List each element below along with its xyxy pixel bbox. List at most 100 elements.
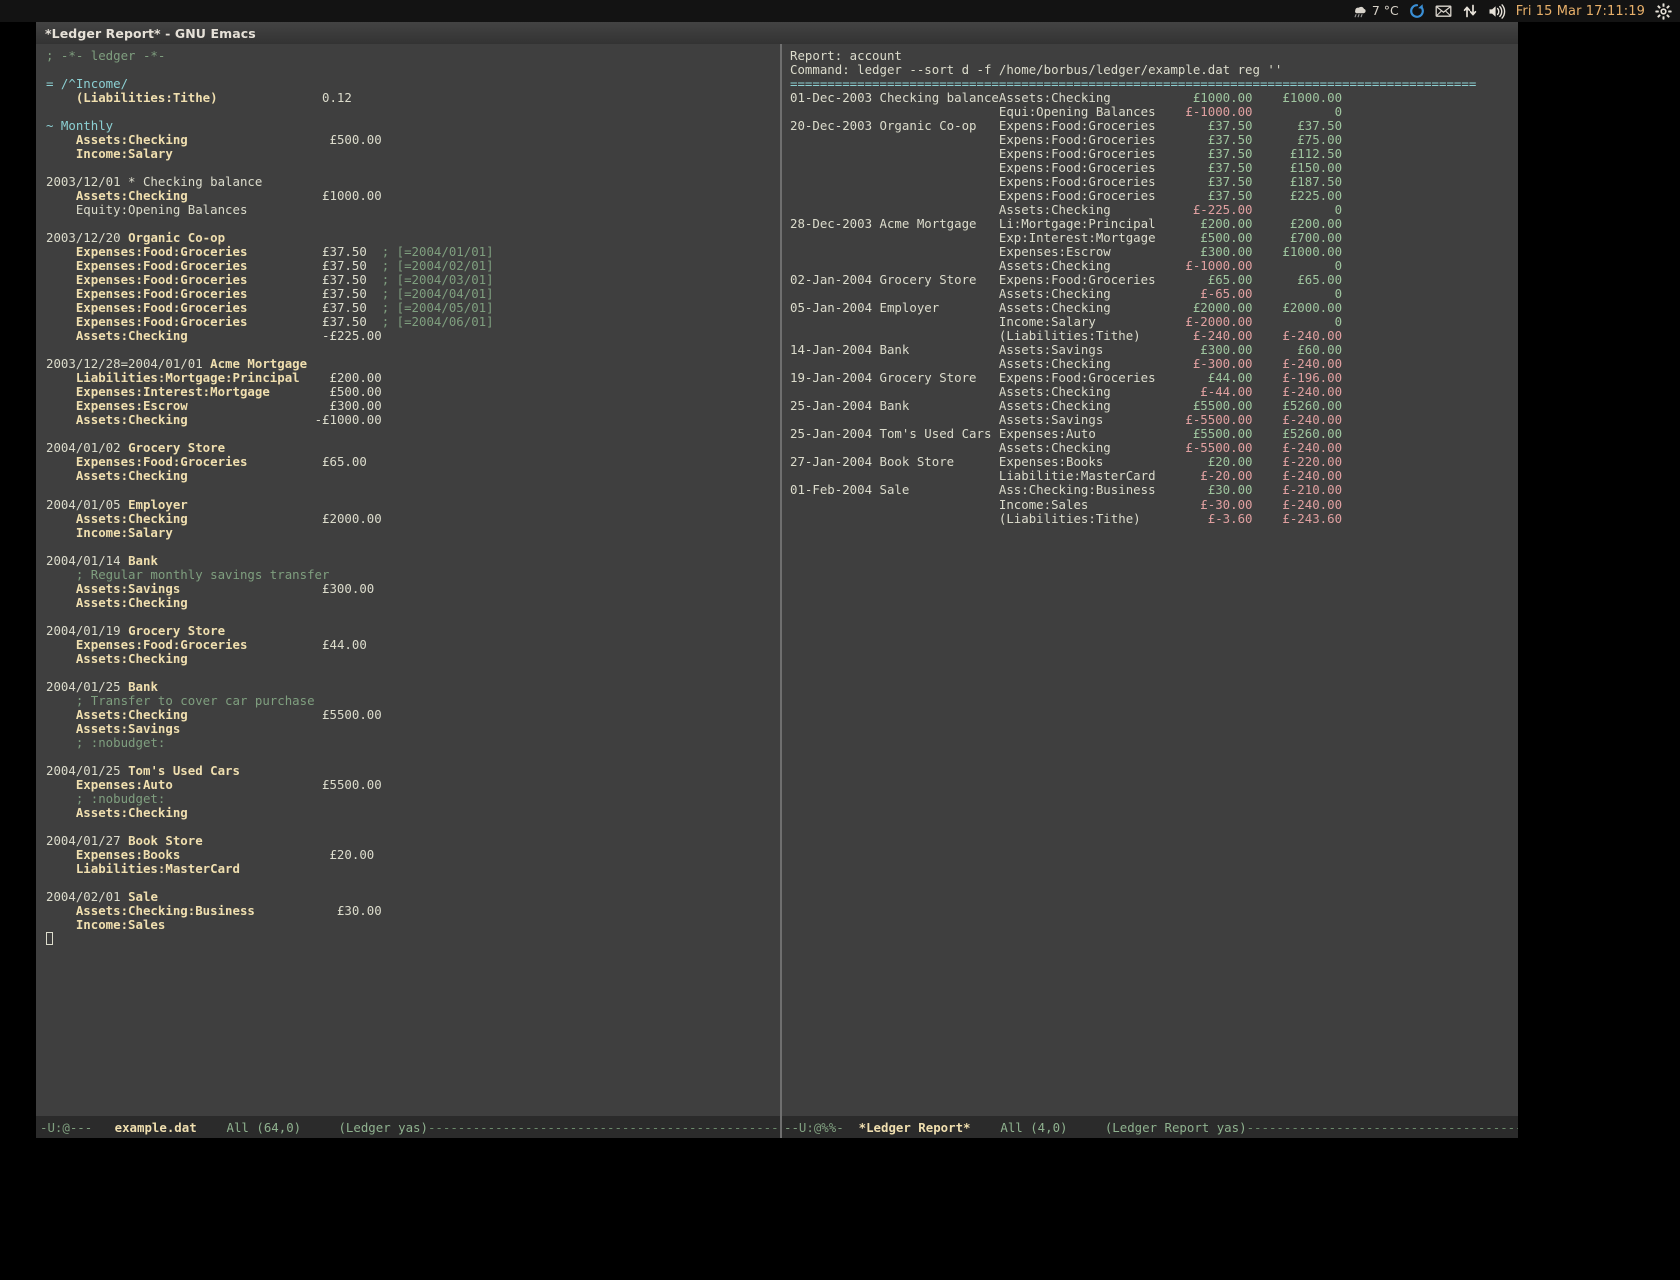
- ledger-source-line: 2003/12/01 * Checking balance: [46, 175, 780, 189]
- ledger-token: Expenses:Food:Groceries: [46, 454, 247, 469]
- report-row: Exp:Interest:Mortgage £500.00 £700.00: [790, 231, 1518, 245]
- ledger-token: ; [=2004/05/01]: [382, 300, 494, 315]
- ledger-source-line: Expenses:Food:Groceries £37.50 ; [=2004/…: [46, 259, 780, 273]
- report-row: 05-Jan-2004 Employer Assets:Checking £20…: [790, 301, 1518, 315]
- ledger-source-line: Assets:Checking: [46, 806, 780, 820]
- report-running-total: £-240.00: [1253, 384, 1343, 399]
- refresh-icon[interactable]: [1409, 3, 1425, 19]
- report-amount: £5500.00: [1170, 426, 1252, 441]
- ledger-token: Expenses:Food:Groceries: [46, 637, 247, 652]
- ledger-token: £20.00: [180, 847, 374, 862]
- ledger-source-line: Income:Salary: [46, 147, 780, 161]
- report-row: Expens:Food:Groceries £37.50 £150.00: [790, 161, 1518, 175]
- ledger-token: ; [=2004/06/01]: [382, 314, 494, 329]
- ledger-source-line: Expenses:Interest:Mortgage £500.00: [46, 385, 780, 399]
- ledger-token: [46, 160, 53, 175]
- report-account: Li:Mortgage:Principal: [999, 216, 1171, 231]
- ledger-source-line: Income:Salary: [46, 526, 780, 540]
- ledger-source-line: Expenses:Books £20.00: [46, 848, 780, 862]
- window-titlebar[interactable]: *Ledger Report* - GNU Emacs: [36, 22, 1518, 44]
- modeline-left-flags: -U:@---: [40, 1120, 92, 1135]
- ledger-token: [46, 819, 53, 834]
- ledger-token: Assets:Checking: [46, 188, 188, 203]
- ledger-token: Expenses:Food:Groceries: [46, 286, 247, 301]
- modeline-left[interactable]: -U:@--- example.dat All (64,0) (Ledger y…: [36, 1116, 780, 1138]
- ledger-token: [46, 62, 53, 77]
- ledger-source-text[interactable]: ; -*- ledger -*- = /^Income/ (Liabilitie…: [36, 44, 780, 946]
- report-row: Expens:Food:Groceries £37.50 £75.00: [790, 133, 1518, 147]
- report-account: Expens:Food:Groceries: [999, 132, 1171, 147]
- system-tray: 7 °C: [1351, 0, 1672, 22]
- report-row: Expens:Food:Groceries £37.50 £187.50: [790, 175, 1518, 189]
- modeline-right[interactable]: --U:@%%- *Ledger Report* All (4,0) (Ledg…: [780, 1116, 1518, 1138]
- ledger-source-line: Liabilities:MasterCard: [46, 862, 780, 876]
- ledger-token: Expenses:Food:Groceries: [46, 258, 247, 273]
- envelope-icon[interactable]: [1435, 4, 1452, 18]
- report-running-total: £-240.00: [1253, 412, 1343, 427]
- report-account: Exp:Interest:Mortgage: [999, 230, 1171, 245]
- ledger-token: 2003/12/28=2004/01/01: [46, 356, 210, 371]
- ledger-token: Organic Co-op: [128, 230, 225, 245]
- ledger-source-line: Assets:Checking £1000.00: [46, 189, 780, 203]
- report-account: Assets:Checking: [999, 440, 1171, 455]
- ledger-token: Assets:Savings: [46, 721, 180, 736]
- report-date-payee: 20-Dec-2003 Organic Co-op: [790, 118, 999, 133]
- report-account: Assets:Savings: [999, 412, 1171, 427]
- weather-indicator[interactable]: 7 °C: [1351, 3, 1399, 19]
- report-row: Expens:Food:Groceries £37.50 £112.50: [790, 147, 1518, 161]
- ledger-source-line: 2004/01/02 Grocery Store: [46, 441, 780, 455]
- report-date-payee: [790, 104, 999, 119]
- report-date-payee: 05-Jan-2004 Employer: [790, 300, 999, 315]
- ledger-token: [46, 104, 53, 119]
- report-row: Assets:Checking £-300.00 £-240.00: [790, 357, 1518, 371]
- report-amount: £44.00: [1170, 370, 1252, 385]
- ledger-source-line: Expenses:Escrow £300.00: [46, 399, 780, 413]
- buffer-pane-ledger-report[interactable]: Report: accountCommand: ledger --sort d …: [782, 44, 1518, 1116]
- report-date-payee: [790, 202, 999, 217]
- report-account: (Liabilities:Tithe): [999, 511, 1171, 526]
- report-date-payee: 25-Jan-2004 Tom's Used Cars: [790, 426, 999, 441]
- ledger-token: 2004/01/05: [46, 497, 128, 512]
- speaker-icon[interactable]: [1488, 4, 1506, 19]
- clock[interactable]: Fri 15 Mar 17:11:19: [1516, 4, 1645, 19]
- report-date-payee: [790, 174, 999, 189]
- ledger-token: Equity:Opening Balances: [46, 202, 247, 217]
- report-row: (Liabilities:Tithe) £-240.00 £-240.00: [790, 329, 1518, 343]
- ledger-source-line: [46, 666, 780, 680]
- report-running-total: 0: [1253, 258, 1343, 273]
- report-account: Expenses:Books: [999, 454, 1171, 469]
- ledger-token: ; :nobudget:: [46, 735, 165, 750]
- report-date-payee: [790, 511, 999, 526]
- report-account: Assets:Checking: [999, 300, 1171, 315]
- ledger-source-line: Assets:Checking: [46, 596, 780, 610]
- ledger-token: Expenses:Interest:Mortgage: [46, 384, 270, 399]
- ledger-source-line: Assets:Checking: [46, 469, 780, 483]
- ledger-report-text[interactable]: Report: accountCommand: ledger --sort d …: [782, 44, 1518, 526]
- ledger-token: Income:Salary: [46, 525, 173, 540]
- ledger-source-line: [46, 610, 780, 624]
- ledger-source-line: Expenses:Food:Groceries £37.50 ; [=2004/…: [46, 301, 780, 315]
- report-running-total: £5260.00: [1253, 426, 1343, 441]
- buffer-pane-ledger-file[interactable]: ; -*- ledger -*- = /^Income/ (Liabilitie…: [36, 44, 780, 1116]
- ledger-token: Grocery Store: [128, 623, 225, 638]
- report-row: 14-Jan-2004 Bank Assets:Savings £300.00 …: [790, 343, 1518, 357]
- report-amount: £-30.00: [1170, 497, 1252, 512]
- report-date-payee: [790, 132, 999, 147]
- report-date-payee: [790, 356, 999, 371]
- gear-icon[interactable]: [1655, 3, 1672, 20]
- network-updown-icon[interactable]: [1462, 3, 1478, 19]
- report-running-total: £-210.00: [1253, 482, 1343, 497]
- ledger-token: [46, 749, 53, 764]
- ledger-token: ; [=2004/04/01]: [382, 286, 494, 301]
- ledger-source-line: [46, 343, 780, 357]
- ledger-token: 0.12: [218, 90, 352, 105]
- report-account: Assets:Savings: [999, 342, 1171, 357]
- report-account: Assets:Checking: [999, 258, 1171, 273]
- report-date-payee: [790, 384, 999, 399]
- ledger-source-line: = /^Income/: [46, 77, 780, 91]
- report-amount: £37.50: [1170, 188, 1252, 203]
- report-running-total: £200.00: [1253, 216, 1343, 231]
- ledger-token: £37.50: [247, 244, 381, 259]
- report-date-payee: [790, 468, 999, 483]
- ledger-token: ; Regular monthly savings transfer: [46, 567, 329, 582]
